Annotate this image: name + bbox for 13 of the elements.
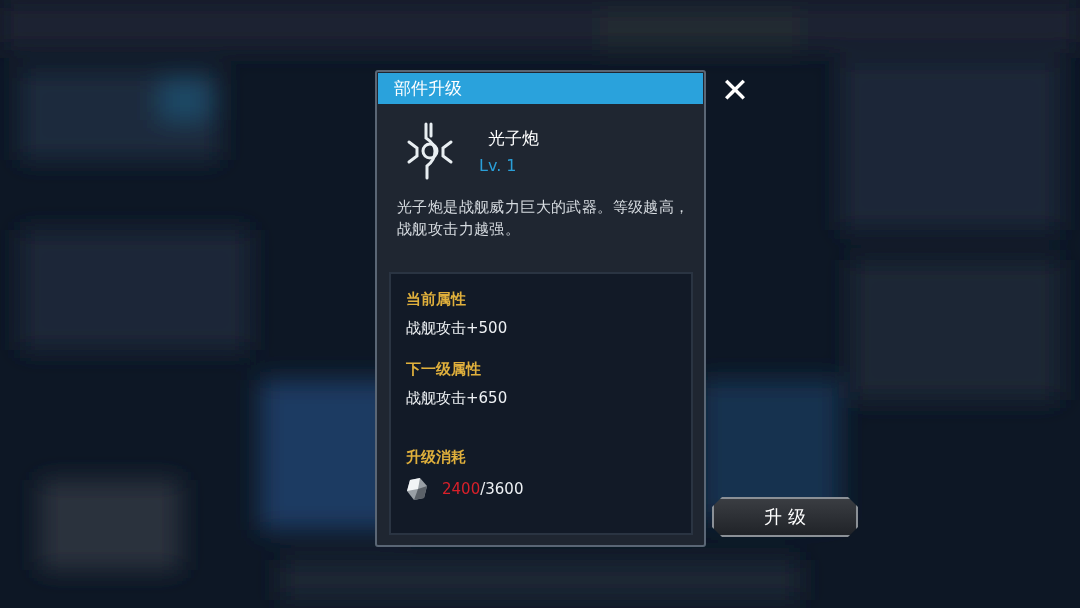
ore-icon: [406, 477, 428, 501]
part-name: 光子炮: [487, 127, 539, 150]
dialog-title: 部件升级: [378, 73, 703, 104]
upgrade-button[interactable]: 升 级: [712, 497, 858, 537]
cost-label: 升级消耗: [406, 448, 467, 467]
part-description: 光子炮是战舰威力巨大的武器。等级越高，战舰攻击力越强。: [397, 197, 691, 240]
cost-amount: 2400/3600: [442, 480, 524, 498]
cannon-icon: [405, 120, 455, 182]
attribute-label: 当前属性: [406, 290, 467, 309]
part-level: Lv. 1: [479, 156, 518, 175]
attribute-value: 战舰攻击+500: [406, 319, 509, 338]
attribute-label: 下一级属性: [406, 360, 482, 379]
attribute-value: 战舰攻击+650: [406, 389, 509, 408]
